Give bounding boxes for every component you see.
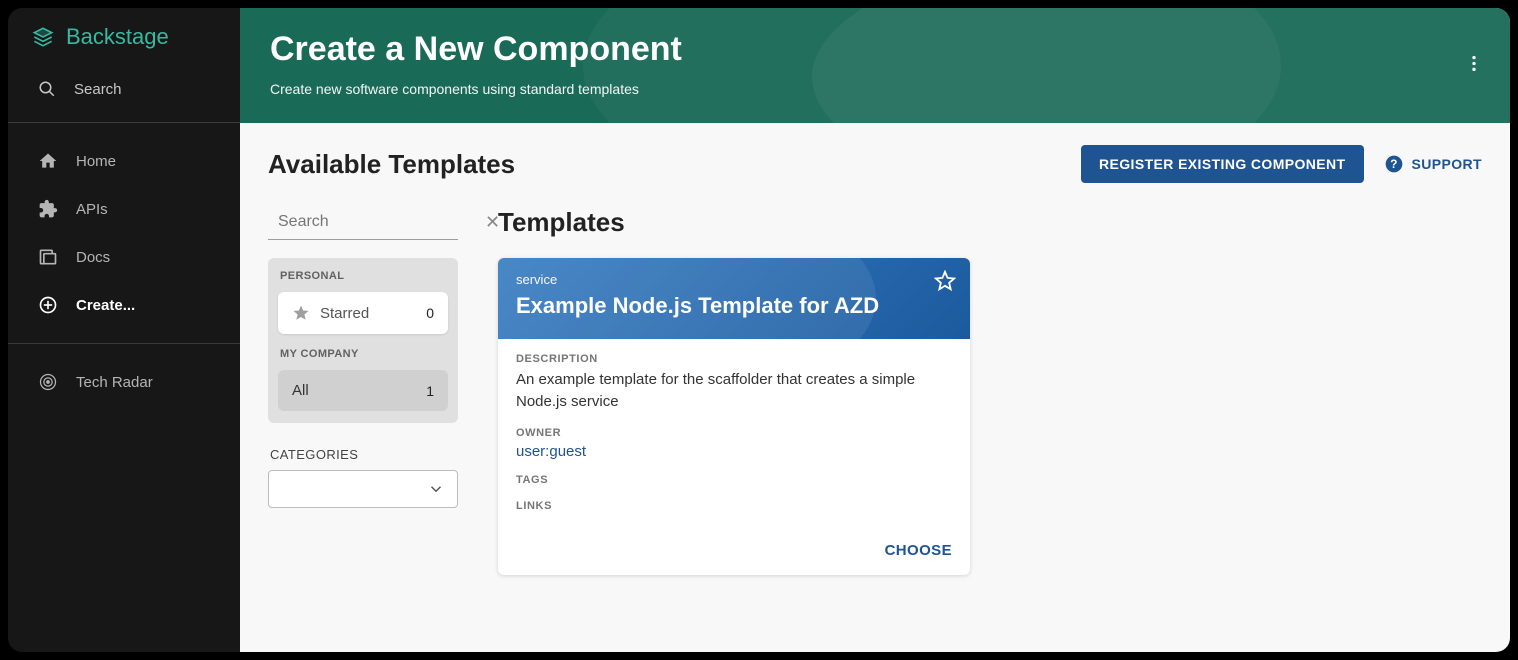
- sidebar-search[interactable]: Search: [8, 70, 240, 122]
- card-header: service Example Node.js Template for AZD: [498, 258, 970, 339]
- page-title: Create a New Component: [270, 30, 1480, 69]
- filter-column: ✕ PERSONAL Starred 0 MY COMPANY: [268, 207, 458, 508]
- chevron-down-icon: [427, 480, 445, 498]
- more-vert-icon: [1464, 53, 1484, 73]
- content: Available Templates REGISTER EXISTING CO…: [240, 123, 1510, 652]
- template-card: service Example Node.js Template for AZD…: [498, 258, 970, 575]
- page-subtitle: Create new software components using sta…: [270, 81, 1480, 97]
- company-section-label: MY COMPANY: [278, 348, 448, 360]
- all-label: All: [292, 382, 309, 399]
- backstage-logo-icon: [30, 24, 56, 50]
- search-icon: [38, 80, 56, 98]
- description-value: An example template for the scaffolder t…: [516, 369, 952, 413]
- card-star-button[interactable]: [934, 270, 956, 297]
- filter-starred[interactable]: Starred 0: [278, 292, 448, 334]
- links-label: LINKS: [516, 500, 952, 512]
- starred-label: Starred: [320, 305, 369, 322]
- categories-select[interactable]: [268, 470, 458, 508]
- card-footer: CHOOSE: [498, 536, 970, 575]
- sidebar-item-label: Create...: [76, 297, 135, 314]
- home-icon: [38, 151, 58, 171]
- nav-group-secondary: Tech Radar: [8, 344, 240, 420]
- starred-count: 0: [426, 305, 434, 321]
- hero-banner: Create a New Component Create new softwa…: [240, 8, 1510, 123]
- sidebar-item-docs[interactable]: Docs: [8, 233, 240, 281]
- body-row: ✕ PERSONAL Starred 0 MY COMPANY: [268, 207, 1482, 575]
- sidebar-search-label: Search: [74, 81, 122, 98]
- owner-link[interactable]: user:guest: [516, 443, 586, 460]
- support-link[interactable]: ? SUPPORT: [1384, 154, 1482, 174]
- card-body: DESCRIPTION An example template for the …: [498, 339, 970, 536]
- brand[interactable]: Backstage: [8, 8, 240, 70]
- sidebar-item-label: Home: [76, 153, 116, 170]
- sidebar-item-home[interactable]: Home: [8, 137, 240, 185]
- help-icon: ?: [1384, 154, 1404, 174]
- library-icon: [38, 247, 58, 267]
- sidebar-item-label: Docs: [76, 249, 110, 266]
- star-outline-icon: [934, 270, 956, 292]
- sidebar: Backstage Search Home APIs Docs Create..…: [8, 8, 240, 652]
- header-actions: REGISTER EXISTING COMPONENT ? SUPPORT: [1081, 145, 1482, 183]
- personal-section-label: PERSONAL: [278, 270, 448, 282]
- templates-column: Templates service Example Node.js Templa…: [498, 207, 1482, 575]
- owner-label: OWNER: [516, 427, 952, 439]
- sidebar-item-tech-radar[interactable]: Tech Radar: [8, 358, 240, 406]
- sidebar-item-label: Tech Radar: [76, 374, 153, 391]
- filter-panel: PERSONAL Starred 0 MY COMPANY All: [268, 258, 458, 423]
- choose-button[interactable]: CHOOSE: [885, 542, 952, 559]
- add-circle-icon: [38, 295, 58, 315]
- nav-group-main: Home APIs Docs Create...: [8, 123, 240, 343]
- card-title: Example Node.js Template for AZD: [516, 293, 952, 319]
- sidebar-item-label: APIs: [76, 201, 108, 218]
- categories-label: CATEGORIES: [270, 447, 458, 462]
- star-icon: [292, 304, 310, 322]
- filter-search-field[interactable]: ✕: [268, 207, 458, 240]
- card-type: service: [516, 272, 952, 287]
- brand-name: Backstage: [66, 24, 169, 50]
- content-header: Available Templates REGISTER EXISTING CO…: [268, 145, 1482, 183]
- sidebar-item-apis[interactable]: APIs: [8, 185, 240, 233]
- target-icon: [38, 372, 58, 392]
- svg-text:?: ?: [1390, 158, 1397, 171]
- hero-menu-button[interactable]: [1464, 53, 1484, 78]
- all-count: 1: [426, 383, 434, 399]
- filter-search-input[interactable]: [278, 213, 485, 231]
- support-label: SUPPORT: [1412, 156, 1482, 172]
- main: Create a New Component Create new softwa…: [240, 8, 1510, 652]
- extension-icon: [38, 199, 58, 219]
- tags-label: TAGS: [516, 474, 952, 486]
- sidebar-item-create[interactable]: Create...: [8, 281, 240, 329]
- register-existing-button[interactable]: REGISTER EXISTING COMPONENT: [1081, 145, 1364, 183]
- templates-heading: Templates: [498, 207, 1482, 238]
- description-label: DESCRIPTION: [516, 353, 952, 365]
- content-heading: Available Templates: [268, 149, 515, 180]
- filter-all[interactable]: All 1: [278, 370, 448, 411]
